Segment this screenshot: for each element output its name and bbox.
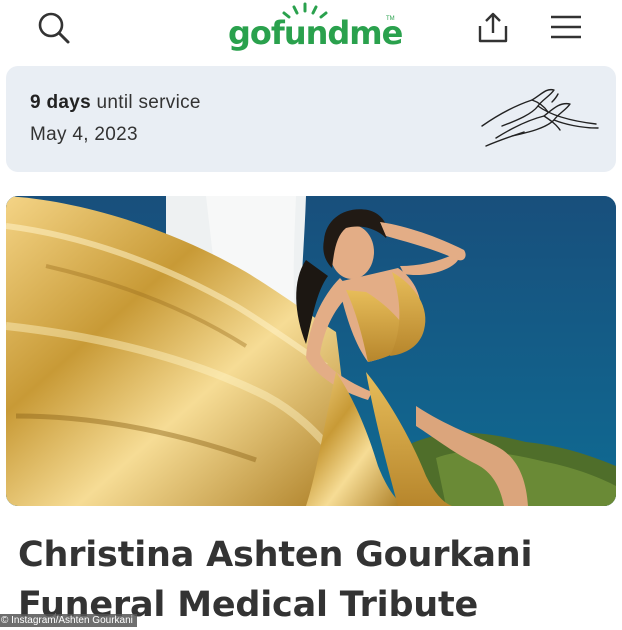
service-countdown: 9 days until service bbox=[30, 92, 201, 114]
top-navigation-bar: gofundme TM bbox=[0, 0, 622, 62]
campaign-hero-image[interactable] bbox=[6, 196, 616, 506]
logo-wordmark: gofundme bbox=[228, 14, 403, 52]
menu-icon[interactable] bbox=[549, 14, 583, 40]
logo-trademark: TM bbox=[386, 16, 395, 22]
service-days-count: 9 days bbox=[30, 92, 91, 113]
share-icon[interactable] bbox=[474, 10, 512, 46]
service-countdown-card: 9 days until service May 4, 2023 bbox=[6, 66, 616, 172]
service-days-suffix: until service bbox=[96, 92, 201, 113]
campaign-title-line1: Christina Ashten Gourkani bbox=[18, 535, 533, 575]
service-date: May 4, 2023 bbox=[30, 124, 138, 145]
gofundme-logo[interactable]: gofundme TM bbox=[0, 0, 622, 62]
calla-lily-icon bbox=[472, 86, 600, 152]
photo-credit: © Instagram/Ashten Gourkani bbox=[0, 614, 137, 627]
